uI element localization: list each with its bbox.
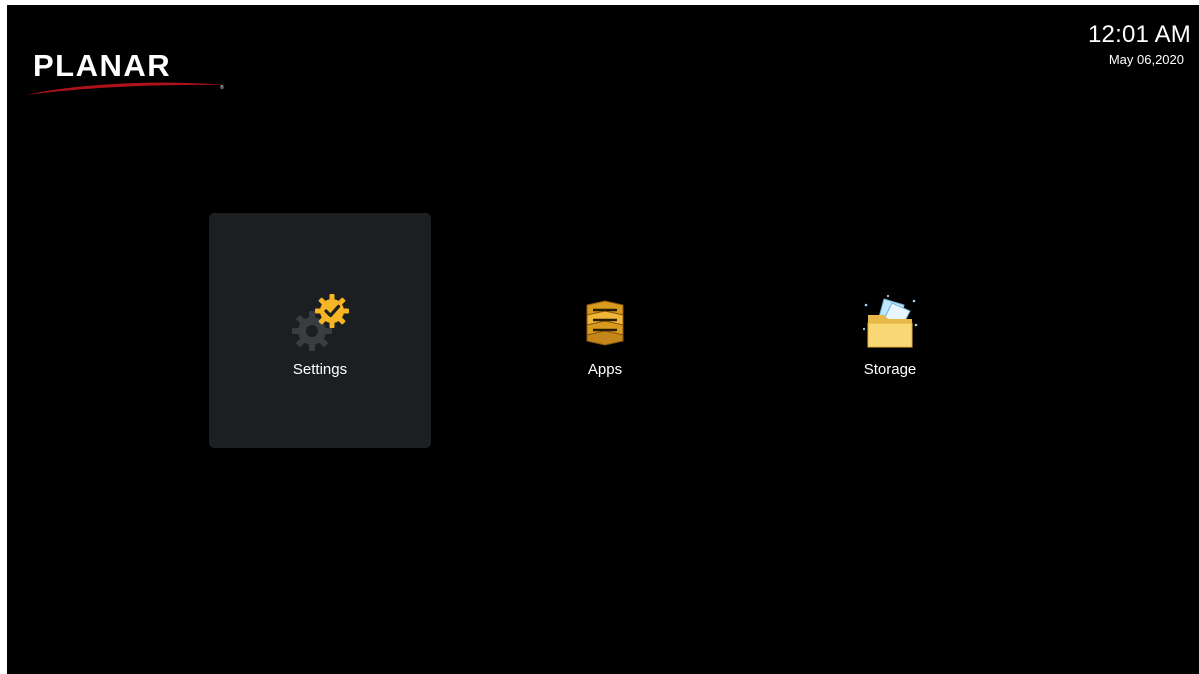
tile-storage-label: Storage bbox=[863, 361, 917, 378]
logo-wordmark: PLANAR bbox=[33, 48, 171, 83]
clock: 12:01 AM May 06,2020 bbox=[1088, 20, 1191, 69]
tile-apps-label: Apps bbox=[587, 361, 623, 378]
tile-settings-label: Settings bbox=[292, 361, 348, 378]
clock-date: May 06,2020 bbox=[1108, 52, 1184, 67]
registered-mark: ® bbox=[220, 84, 224, 91]
apps-stack-icon bbox=[586, 300, 624, 346]
tile-apps[interactable]: Apps bbox=[494, 213, 716, 448]
logo-swoosh bbox=[26, 82, 222, 95]
home-screen: PLANAR ® 12:01 AM May 06,2020 Settings A… bbox=[7, 5, 1199, 674]
tile-storage[interactable]: Storage bbox=[779, 213, 1001, 448]
folder-icon bbox=[862, 294, 918, 348]
tile-settings[interactable]: Settings bbox=[209, 213, 431, 448]
clock-time: 12:01 AM bbox=[1087, 21, 1191, 48]
planar-logo: PLANAR ® bbox=[26, 48, 224, 95]
gear-check-icon bbox=[292, 294, 349, 351]
